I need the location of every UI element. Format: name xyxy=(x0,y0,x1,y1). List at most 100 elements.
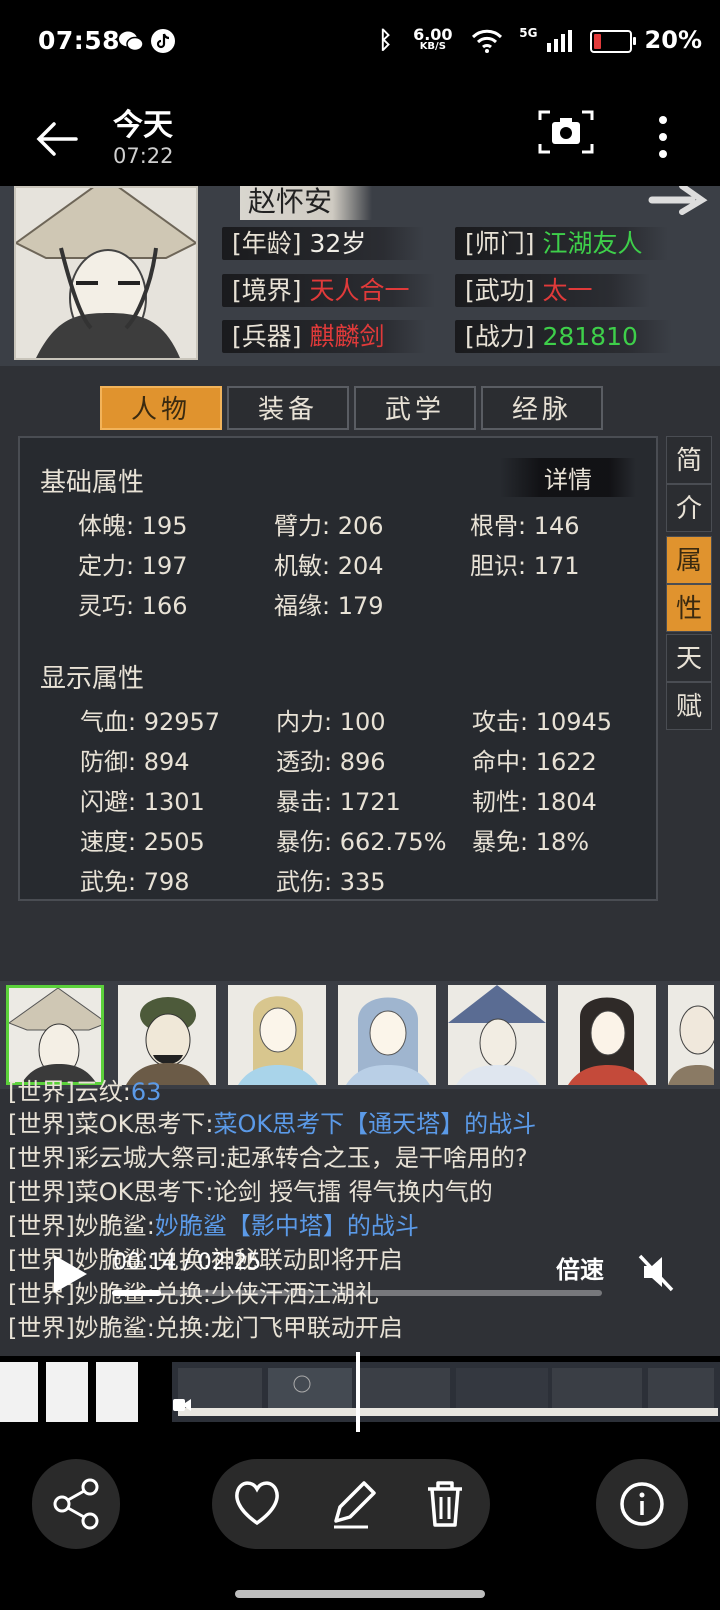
side-tab-talent-1[interactable]: 天 xyxy=(666,634,712,682)
back-arrow-icon[interactable] xyxy=(32,114,82,164)
net-speed: 6.00 xyxy=(413,25,453,44)
character-card[interactable] xyxy=(448,985,546,1085)
character-card[interactable] xyxy=(668,985,714,1085)
character-card[interactable] xyxy=(338,985,436,1085)
side-tab-attributes-1[interactable]: 属 xyxy=(666,536,712,584)
media-filmstrip[interactable] xyxy=(0,1356,720,1426)
tab-meridians[interactable]: 经脉 xyxy=(481,386,603,430)
signal-label: 5G xyxy=(519,26,538,40)
stat-martial-art: [武功] 太一 xyxy=(455,271,651,307)
favorite-heart-icon[interactable] xyxy=(232,1459,282,1549)
header-subtitle: 07:22 xyxy=(113,144,174,168)
video-progress-track[interactable] xyxy=(112,1290,602,1296)
tiktok-icon xyxy=(151,29,175,53)
attr-penetration: 透劲: 896 xyxy=(276,748,386,776)
filmstrip-scrubber[interactable] xyxy=(356,1352,360,1432)
info-icon xyxy=(620,1482,664,1526)
status-bar: 07:58 ᛒ 6.00 KB/S 5G 20% xyxy=(0,0,720,86)
stat-power: [战力] 281810 xyxy=(455,317,672,353)
filmstrip-thumbnail[interactable] xyxy=(0,1362,38,1422)
video-time: 00:14 / 02:25 xyxy=(113,1250,262,1275)
viewer-header: 今天 07:22 xyxy=(0,86,720,186)
video-progress-fill xyxy=(112,1290,161,1296)
attr-focus: 定力: 197 xyxy=(78,552,188,580)
world-chat: [世界]云纹:63 [世界]菜OK思考下:菜OK思考下【通天塔】的战斗 [世界]… xyxy=(0,1078,720,1342)
attr-agility: 机敏: 204 xyxy=(274,552,384,580)
share-icon xyxy=(53,1478,99,1530)
wechat-icon xyxy=(119,31,144,52)
video-camera-icon xyxy=(173,1399,191,1411)
attr-tenacity: 韧性: 1804 xyxy=(472,788,597,816)
character-card[interactable] xyxy=(228,985,326,1085)
chat-message: [世界]妙脆鲨:兑换:龙门飞甲联动开启 xyxy=(8,1314,403,1342)
attr-dodge: 闪避: 1301 xyxy=(80,788,205,816)
filmstrip-video-frames[interactable] xyxy=(172,1362,720,1422)
attr-internal-power: 内力: 100 xyxy=(276,708,386,736)
attr-fortune: 福缘: 179 xyxy=(274,592,384,620)
header-title: 今天 xyxy=(113,108,173,143)
share-button[interactable] xyxy=(32,1459,120,1549)
character-name: 赵怀安 xyxy=(240,186,373,220)
attr-crit-resist: 暴免: 18% xyxy=(472,828,590,856)
signal-icon xyxy=(546,30,572,52)
edit-pencil-icon[interactable] xyxy=(326,1459,376,1549)
character-portrait xyxy=(14,186,198,360)
filmstrip-thumbnail[interactable] xyxy=(46,1362,88,1422)
chat-message: [世界]云纹:63 xyxy=(8,1078,162,1106)
chat-message: [世界]菜OK思考下:论剑 授气擂 得气换内气的 xyxy=(8,1178,493,1206)
stat-realm: [境界] 天人合一 xyxy=(222,271,436,307)
character-selector xyxy=(0,981,720,1089)
chat-message: [世界]妙脆鲨:妙脆鲨【影中塔】的战斗 xyxy=(8,1212,419,1240)
attr-hit: 命中: 1622 xyxy=(472,748,597,776)
delete-trash-icon[interactable] xyxy=(420,1459,470,1549)
mute-icon[interactable] xyxy=(636,1250,676,1294)
attr-crit: 暴击: 1721 xyxy=(276,788,401,816)
attr-dexterity: 灵巧: 166 xyxy=(78,592,188,620)
tab-martial-arts[interactable]: 武学 xyxy=(354,386,476,430)
status-time: 07:58 xyxy=(38,26,121,55)
attr-martial-damage: 武伤: 335 xyxy=(276,868,386,896)
more-options-icon[interactable] xyxy=(648,112,678,162)
playback-speed-button[interactable]: 倍速 xyxy=(556,1250,604,1285)
stat-age: [年龄] 32岁 xyxy=(222,224,424,260)
status-right: ᛒ 6.00 KB/S 5G 20% xyxy=(378,26,702,54)
attr-physique: 体魄: 195 xyxy=(78,512,188,540)
display-attributes-title: 显示属性 xyxy=(40,664,145,694)
tab-character[interactable]: 人物 xyxy=(100,386,222,430)
wifi-icon xyxy=(471,29,502,53)
detail-button[interactable]: 详情 xyxy=(500,458,636,497)
attr-martial-resist: 武免: 798 xyxy=(80,868,190,896)
video-frame[interactable]: 赵怀安 [年龄] 32岁 [师门] 江湖友人 [境界] 天人合一 [武功] 太一… xyxy=(0,186,720,1356)
bottom-toolbar xyxy=(0,1445,720,1565)
attr-speed: 速度: 2505 xyxy=(80,828,205,856)
play-icon[interactable] xyxy=(50,1252,90,1296)
side-tab-attributes-2[interactable]: 性 xyxy=(666,584,712,632)
side-tab-intro-1[interactable]: 简 xyxy=(666,436,712,484)
next-character-arrow-icon[interactable] xyxy=(648,186,708,216)
bluetooth-icon: ᛒ xyxy=(378,26,393,54)
battery-percent: 20% xyxy=(644,26,702,54)
tab-equipment[interactable]: 装备 xyxy=(227,386,349,430)
attr-strength: 臂力: 206 xyxy=(274,512,384,540)
attr-root-bone: 根骨: 146 xyxy=(470,512,580,540)
attr-defense: 防御: 894 xyxy=(80,748,190,776)
action-group xyxy=(212,1459,490,1549)
info-button[interactable] xyxy=(596,1459,688,1549)
attr-courage: 胆识: 171 xyxy=(470,552,580,580)
stat-sect: [师门] 江湖友人 xyxy=(455,224,669,260)
battery-icon xyxy=(590,29,637,53)
attr-attack: 攻击: 10945 xyxy=(472,708,613,736)
character-card[interactable] xyxy=(118,985,216,1085)
attr-hp: 气血: 92957 xyxy=(80,708,221,736)
chat-message: [世界]菜OK思考下:菜OK思考下【通天塔】的战斗 xyxy=(8,1110,537,1138)
home-indicator[interactable] xyxy=(235,1590,485,1598)
chat-message: [世界]彩云城大祭司:起承转合之玉，是干啥用的? xyxy=(8,1144,528,1172)
character-card[interactable] xyxy=(6,985,104,1085)
side-tab-talent-2[interactable]: 赋 xyxy=(666,682,712,730)
attribute-panel: 详情 基础属性 体魄: 195 臂力: 206 根骨: 146 定力: 197 … xyxy=(18,436,658,901)
filmstrip-thumbnail[interactable] xyxy=(96,1362,138,1422)
screenshot-camera-icon[interactable] xyxy=(538,108,594,156)
side-tab-intro-2[interactable]: 介 xyxy=(666,484,712,532)
basic-attributes-title: 基础属性 xyxy=(40,468,145,498)
character-card[interactable] xyxy=(558,985,656,1085)
